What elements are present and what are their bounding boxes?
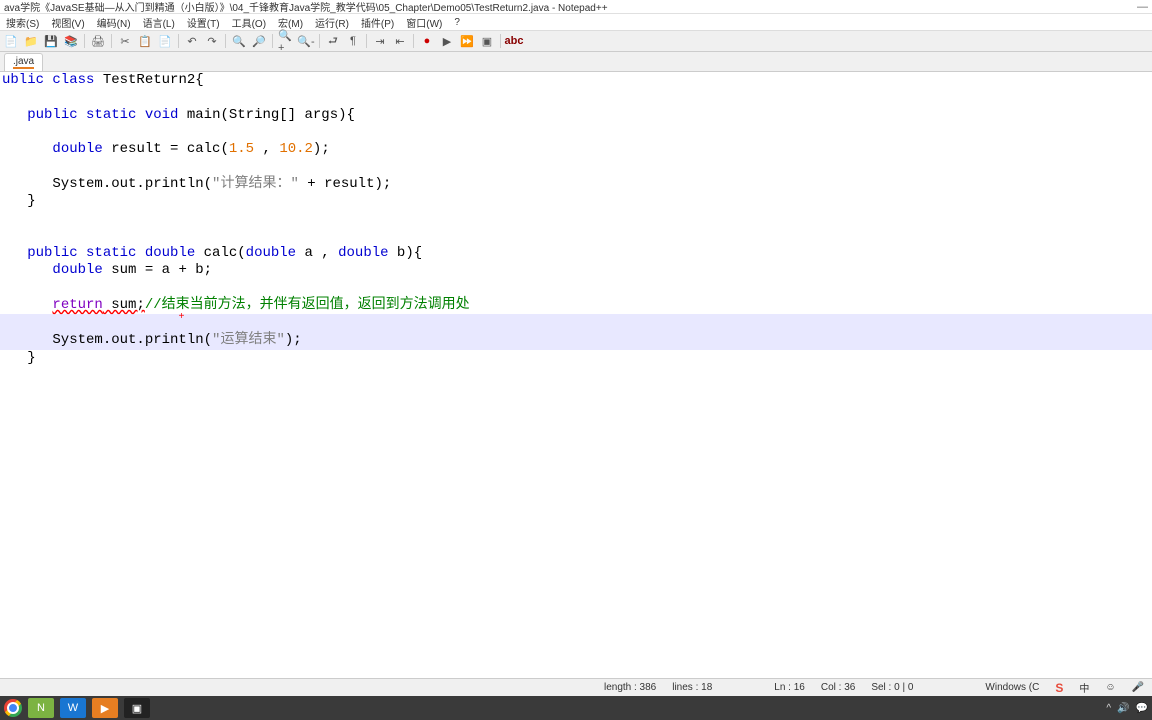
- open-icon[interactable]: 📁: [22, 32, 40, 50]
- window-title: ava学院《JavaSE基础—从入门到精通（小白版）》\04_千锋教育Java学…: [4, 0, 608, 14]
- wrap-icon[interactable]: ⮐: [324, 32, 342, 50]
- tray-expand-icon[interactable]: ^: [1106, 703, 1111, 714]
- play-multi-icon[interactable]: ⏩: [458, 32, 476, 50]
- separator: [413, 34, 414, 48]
- ime-smile-icon[interactable]: ☺: [1105, 682, 1115, 693]
- toolbar: 📄 📁 💾 📚 🖨 ✂ 📋 📄 ↶ ↷ 🔍 🔎 🔍+ 🔍- ⮐ ¶ ⇥ ⇤ ● …: [0, 30, 1152, 52]
- replace-icon[interactable]: 🔎: [250, 32, 268, 50]
- zoom-out-icon[interactable]: 🔍-: [297, 32, 315, 50]
- save-icon[interactable]: 💾: [42, 32, 60, 50]
- menu-macro[interactable]: 宏(M): [274, 15, 307, 30]
- tab-bar: .java: [0, 52, 1152, 72]
- separator: [500, 34, 501, 48]
- paste-icon[interactable]: 📄: [156, 32, 174, 50]
- taskbar-app-2-icon[interactable]: W: [60, 698, 86, 718]
- status-bar: length : 386 lines : 18 Ln : 16 Col : 36…: [0, 678, 1152, 696]
- menu-bar: 搜索(S) 视图(V) 编码(N) 语言(L) 设置(T) 工具(O) 宏(M)…: [0, 14, 1152, 30]
- current-line: +: [0, 314, 1152, 332]
- redo-icon[interactable]: ↷: [203, 32, 221, 50]
- stop-icon[interactable]: ▣: [478, 32, 496, 50]
- spellcheck-icon[interactable]: abc: [505, 32, 523, 50]
- show-all-icon[interactable]: ¶: [344, 32, 362, 50]
- print-icon[interactable]: 🖨: [89, 32, 107, 50]
- new-icon[interactable]: 📄: [2, 32, 20, 50]
- menu-window[interactable]: 窗口(W): [402, 15, 446, 30]
- menu-language[interactable]: 语言(L): [139, 15, 179, 30]
- status-lines: lines : 18: [672, 682, 712, 693]
- taskbar-chrome-icon[interactable]: [4, 699, 22, 717]
- status-length: length : 386: [604, 682, 656, 693]
- menu-settings[interactable]: 设置(T): [183, 15, 224, 30]
- record-icon[interactable]: ●: [418, 32, 436, 50]
- taskbar-app-3-icon[interactable]: ▶: [92, 698, 118, 718]
- file-tab[interactable]: .java: [4, 53, 43, 71]
- copy-icon[interactable]: 📋: [136, 32, 154, 50]
- indent-icon[interactable]: ⇥: [371, 32, 389, 50]
- status-encoding: Windows (C: [985, 682, 1039, 693]
- window-buttons: —: [1137, 1, 1148, 13]
- separator: [225, 34, 226, 48]
- menu-tools[interactable]: 工具(O): [228, 15, 270, 30]
- status-col: Col : 36: [821, 682, 855, 693]
- separator: [84, 34, 85, 48]
- separator: [272, 34, 273, 48]
- minimize-button[interactable]: —: [1137, 1, 1148, 13]
- menu-plugins[interactable]: 插件(P): [357, 15, 398, 30]
- separator: [178, 34, 179, 48]
- cut-icon[interactable]: ✂: [116, 32, 134, 50]
- error-marker-icon: +: [178, 312, 184, 323]
- ime-mic-icon[interactable]: 🎤: [1132, 682, 1144, 693]
- play-icon[interactable]: ▶: [438, 32, 456, 50]
- tray-notification-icon[interactable]: 💬: [1136, 703, 1148, 714]
- tray-volume-icon[interactable]: 🔊: [1117, 703, 1129, 714]
- undo-icon[interactable]: ↶: [183, 32, 201, 50]
- save-all-icon[interactable]: 📚: [62, 32, 80, 50]
- title-bar: ava学院《JavaSE基础—从入门到精通（小白版）》\04_千锋教育Java学…: [0, 0, 1152, 14]
- separator: [366, 34, 367, 48]
- menu-view[interactable]: 视图(V): [47, 15, 88, 30]
- code-editor[interactable]: ublic class TestReturn2{ public static v…: [0, 72, 1152, 678]
- separator: [319, 34, 320, 48]
- menu-encoding[interactable]: 编码(N): [93, 15, 135, 30]
- menu-search[interactable]: 搜索(S): [2, 15, 43, 30]
- outdent-icon[interactable]: ⇤: [391, 32, 409, 50]
- status-sel: Sel : 0 | 0: [871, 682, 913, 693]
- status-ln: Ln : 16: [774, 682, 805, 693]
- taskbar-terminal-icon[interactable]: ▣: [124, 698, 150, 718]
- taskbar: N W ▶ ▣ ^ 🔊 💬: [0, 696, 1152, 720]
- system-tray: ^ 🔊 💬: [1106, 703, 1148, 714]
- menu-help[interactable]: ?: [450, 17, 464, 28]
- taskbar-app-1-icon[interactable]: N: [28, 698, 54, 718]
- menu-run[interactable]: 运行(R): [311, 15, 353, 30]
- separator: [111, 34, 112, 48]
- zoom-in-icon[interactable]: 🔍+: [277, 32, 295, 50]
- find-icon[interactable]: 🔍: [230, 32, 248, 50]
- ime-lang[interactable]: 中: [1079, 680, 1089, 695]
- ime-indicator-icon[interactable]: S: [1055, 681, 1063, 695]
